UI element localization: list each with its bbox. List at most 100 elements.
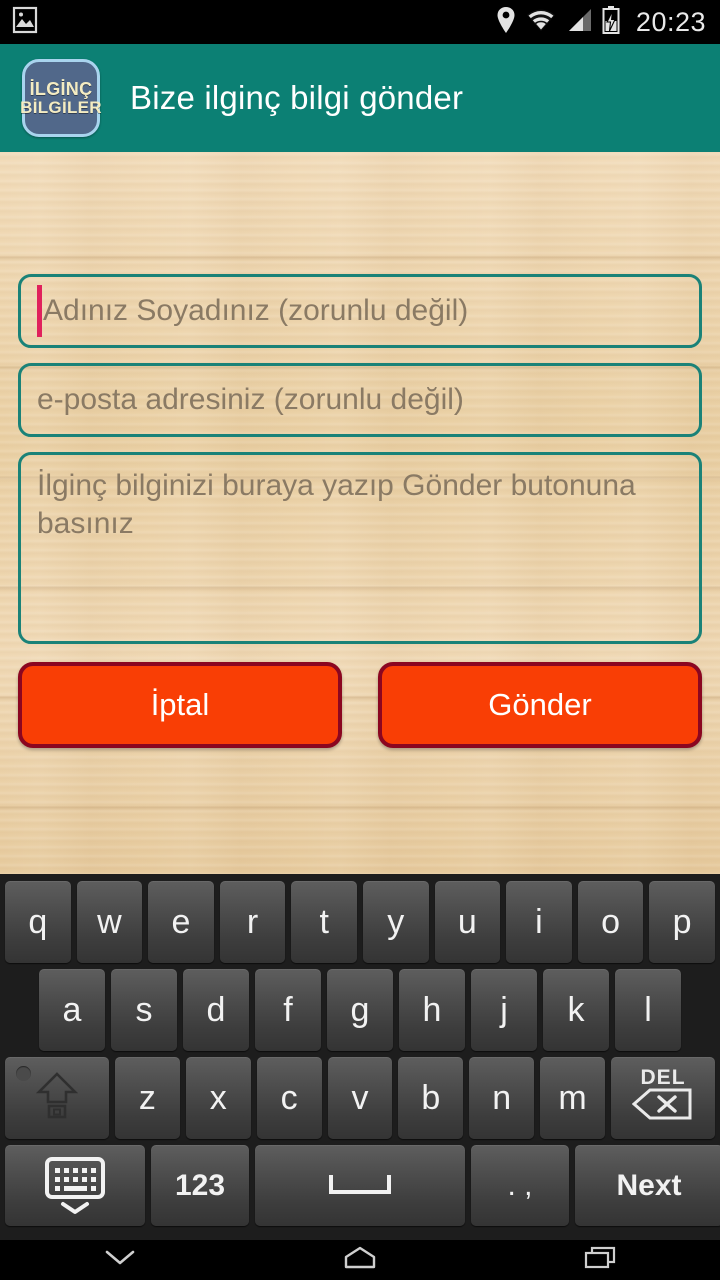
name-input-placeholder: Adınız Soyadınız (zorunlu değil) bbox=[43, 293, 469, 327]
key-label: b bbox=[421, 1078, 441, 1117]
symbols-key-label: 123 bbox=[174, 1168, 226, 1202]
space-key[interactable] bbox=[255, 1145, 465, 1226]
shift-key[interactable] bbox=[5, 1057, 109, 1139]
key-q[interactable]: q bbox=[5, 881, 71, 963]
key-o[interactable]: o bbox=[577, 881, 644, 963]
key-label: u bbox=[457, 902, 477, 941]
key-y[interactable]: y bbox=[362, 881, 429, 963]
photo-icon bbox=[12, 6, 38, 39]
send-button[interactable]: Gönder bbox=[378, 662, 702, 748]
key-label: x bbox=[209, 1078, 227, 1117]
key-label: z bbox=[138, 1078, 156, 1117]
keyboard-row-1: q w e r t y u i o p bbox=[0, 878, 720, 966]
nav-home-button[interactable] bbox=[240, 1240, 480, 1280]
key-x[interactable]: x bbox=[185, 1057, 251, 1139]
key-b[interactable]: b bbox=[398, 1057, 464, 1139]
key-a[interactable]: a bbox=[39, 969, 105, 1051]
space-icon bbox=[328, 1166, 392, 1205]
cancel-button[interactable]: İptal bbox=[18, 662, 342, 748]
key-label: f bbox=[283, 990, 293, 1029]
text-cursor bbox=[37, 285, 42, 337]
key-w[interactable]: w bbox=[76, 881, 143, 963]
key-l[interactable]: l bbox=[615, 969, 681, 1051]
delete-key-label: DEL bbox=[640, 1066, 686, 1089]
key-label: d bbox=[206, 990, 226, 1029]
key-label: k bbox=[567, 990, 585, 1029]
key-label: q bbox=[28, 902, 48, 941]
status-bar: 20:23 bbox=[0, 0, 720, 44]
key-h[interactable]: h bbox=[399, 969, 465, 1051]
key-label: m bbox=[558, 1078, 587, 1117]
key-label: n bbox=[492, 1078, 512, 1117]
delete-key[interactable]: DEL bbox=[611, 1057, 716, 1139]
page-title: Bize ilginç bilgi gönder bbox=[130, 79, 464, 116]
location-pin-icon bbox=[496, 6, 516, 39]
key-label: w bbox=[97, 902, 122, 941]
key-label: y bbox=[387, 902, 405, 941]
switch-keyboard-key[interactable] bbox=[5, 1145, 145, 1226]
key-k[interactable]: k bbox=[543, 969, 609, 1051]
next-key[interactable]: Next bbox=[575, 1145, 720, 1226]
message-textarea-placeholder: İlginç bilginizi buraya yazıp Gönder but… bbox=[37, 469, 636, 541]
status-bar-clock: 20:23 bbox=[635, 6, 706, 37]
key-v[interactable]: v bbox=[327, 1057, 393, 1139]
key-label: v bbox=[351, 1078, 369, 1117]
chevron-down-icon bbox=[61, 1201, 89, 1214]
key-e[interactable]: e bbox=[148, 881, 214, 963]
key-n[interactable]: n bbox=[469, 1057, 535, 1139]
key-j[interactable]: j bbox=[471, 969, 537, 1051]
shift-indicator-icon bbox=[16, 1066, 31, 1081]
email-input[interactable]: e-posta adresiniz (zorunlu değil) bbox=[18, 363, 702, 437]
nav-back-button[interactable] bbox=[0, 1240, 240, 1280]
recents-icon bbox=[583, 1245, 617, 1276]
home-icon bbox=[342, 1245, 378, 1276]
key-u[interactable]: u bbox=[434, 881, 501, 963]
key-r[interactable]: r bbox=[219, 881, 286, 963]
key-c[interactable]: c bbox=[256, 1057, 322, 1139]
key-s[interactable]: s bbox=[111, 969, 177, 1051]
on-screen-keyboard: q w e r t y u i o p a s d f g h j k l z … bbox=[0, 874, 720, 1240]
key-f[interactable]: f bbox=[255, 969, 321, 1051]
key-label: j bbox=[500, 990, 508, 1029]
keyboard-icon bbox=[45, 1156, 105, 1215]
key-label: i bbox=[535, 902, 543, 941]
nav-recents-button[interactable] bbox=[480, 1240, 720, 1280]
punctuation-key[interactable]: . , bbox=[471, 1145, 569, 1226]
key-label: g bbox=[350, 990, 370, 1029]
keyboard-row-3: z x c v b n m DEL bbox=[0, 1054, 720, 1142]
cancel-button-label: İptal bbox=[150, 687, 210, 722]
app-logo-line-2: BİLGİLER bbox=[20, 97, 102, 117]
wifi-icon bbox=[526, 7, 556, 38]
key-d[interactable]: d bbox=[183, 969, 249, 1051]
chevron-down-icon bbox=[103, 1248, 137, 1273]
key-label: c bbox=[280, 1078, 298, 1117]
status-bar-system-icons: 20:23 bbox=[496, 5, 706, 39]
battery-charging-icon bbox=[602, 5, 620, 39]
symbols-key[interactable]: 123 bbox=[151, 1145, 249, 1226]
key-label: l bbox=[644, 990, 652, 1029]
key-t[interactable]: t bbox=[291, 881, 357, 963]
send-button-label: Gönder bbox=[488, 687, 592, 722]
key-p[interactable]: p bbox=[649, 881, 715, 963]
key-i[interactable]: i bbox=[506, 881, 572, 963]
shift-icon bbox=[34, 1068, 80, 1129]
key-label: e bbox=[171, 902, 191, 941]
key-label: a bbox=[62, 990, 82, 1029]
key-z[interactable]: z bbox=[115, 1057, 180, 1139]
message-textarea[interactable]: İlginç bilginizi buraya yazıp Gönder but… bbox=[18, 452, 702, 644]
key-label: s bbox=[135, 990, 153, 1029]
name-input[interactable]: Adınız Soyadınız (zorunlu değil) bbox=[18, 274, 702, 348]
form-content-area: Adınız Soyadınız (zorunlu değil) e-posta… bbox=[0, 152, 720, 874]
key-label: p bbox=[672, 902, 692, 941]
email-input-placeholder: e-posta adresiniz (zorunlu değil) bbox=[37, 382, 464, 416]
punctuation-key-label: . , bbox=[507, 1168, 533, 1202]
navigation-bar bbox=[0, 1240, 720, 1280]
key-m[interactable]: m bbox=[540, 1057, 606, 1139]
key-label: t bbox=[319, 902, 329, 941]
key-label: r bbox=[246, 902, 259, 941]
key-g[interactable]: g bbox=[327, 969, 393, 1051]
next-key-label: Next bbox=[616, 1168, 682, 1202]
key-label: h bbox=[422, 990, 442, 1029]
app-logo-line-1: İLGİNÇ bbox=[29, 78, 93, 99]
keyboard-row-2: a s d f g h j k l bbox=[0, 966, 720, 1054]
